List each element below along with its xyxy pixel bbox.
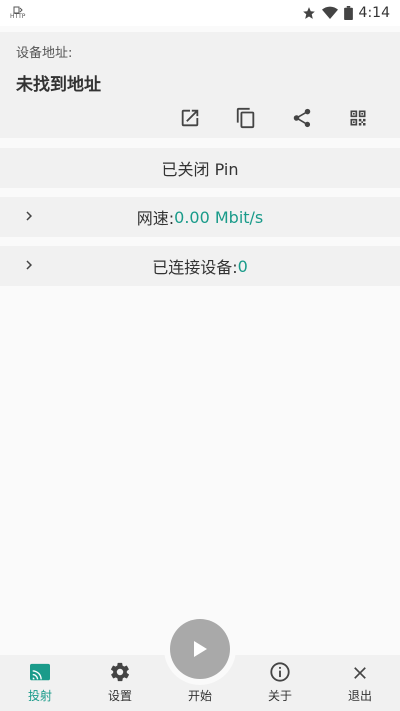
chevron-right-icon xyxy=(26,260,32,270)
nav-settings-label: 设置 xyxy=(107,689,132,703)
nav-exit[interactable]: 退出 xyxy=(320,655,400,711)
device-address-card: 设备地址: 未找到地址 xyxy=(0,32,400,138)
nav-settings[interactable]: 设置 xyxy=(80,655,160,711)
cast-icon xyxy=(30,663,50,681)
wifi-icon xyxy=(321,6,338,20)
network-speed-label: 网速: xyxy=(136,209,175,228)
share-button[interactable] xyxy=(274,98,330,138)
qr-code-icon xyxy=(350,110,366,126)
nav-cast[interactable]: 投射 xyxy=(0,655,80,711)
http-label: HTTP xyxy=(10,13,26,20)
open-external-button[interactable] xyxy=(162,98,218,138)
network-speed-row[interactable]: 网速: 0.00 Mbit/s xyxy=(0,197,400,237)
qr-code-button[interactable] xyxy=(330,98,386,138)
nav-about-label: 关于 xyxy=(267,689,292,703)
chevron-right-icon xyxy=(26,211,32,221)
network-speed-value: 0.00 Mbit/s xyxy=(174,207,264,227)
open-external-icon xyxy=(181,109,199,127)
star-icon xyxy=(302,7,315,19)
pin-status-row[interactable]: 已关闭 Pin xyxy=(0,148,400,188)
info-icon xyxy=(270,662,290,682)
start-fab-button[interactable] xyxy=(170,619,230,679)
http-notification-icon: HTTP xyxy=(10,6,25,20)
status-bar: HTTP 4:14 xyxy=(0,0,400,26)
clock: 4:14 xyxy=(358,5,390,21)
device-address-value: 未找到地址 xyxy=(16,75,101,95)
nav-about[interactable]: 关于 xyxy=(240,655,320,711)
copy-button[interactable] xyxy=(218,98,274,138)
nav-cast-label: 投射 xyxy=(27,689,52,703)
nav-exit-label: 退出 xyxy=(347,689,372,703)
connected-devices-row[interactable]: 已连接设备: 0 xyxy=(0,246,400,286)
share-icon xyxy=(293,108,311,128)
close-icon xyxy=(354,667,366,679)
connected-devices-count: 0 xyxy=(237,256,248,276)
battery-icon xyxy=(343,6,353,20)
device-address-label: 设备地址: xyxy=(16,46,73,61)
connected-devices-label: 已连接设备: xyxy=(152,258,238,277)
pin-status-text: 已关闭 Pin xyxy=(161,160,239,179)
play-icon xyxy=(194,641,207,657)
nav-start-label: 开始 xyxy=(187,689,212,703)
gear-icon xyxy=(110,662,130,682)
copy-icon xyxy=(236,107,255,129)
